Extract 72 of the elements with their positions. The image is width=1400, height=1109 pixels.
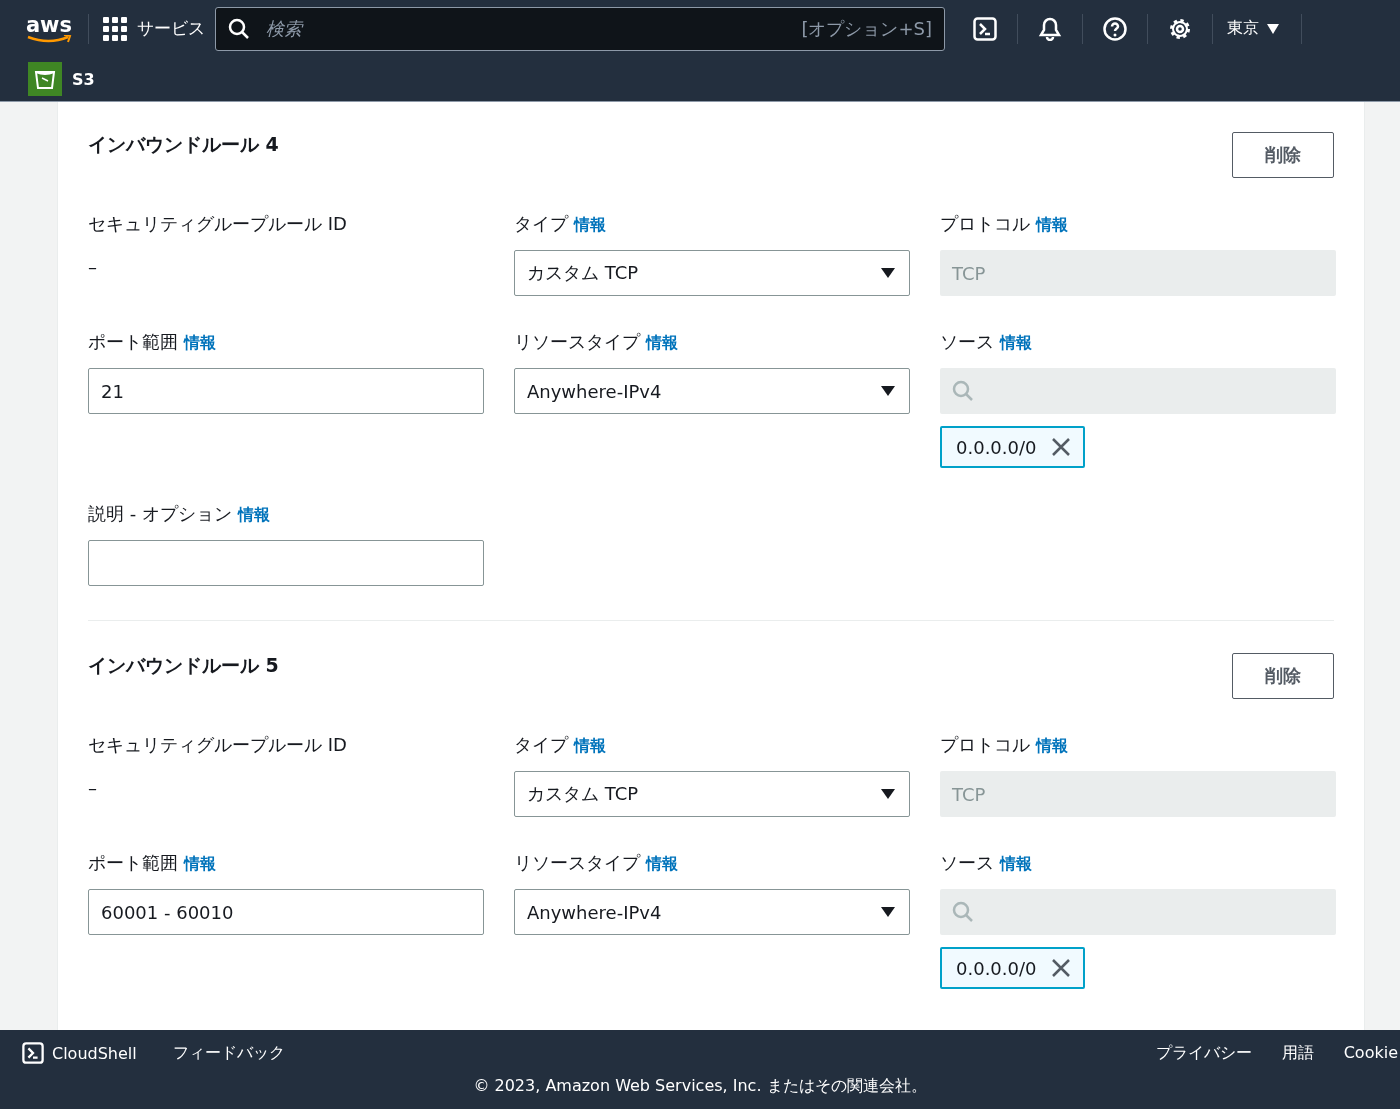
type-select[interactable]: カスタム TCP bbox=[514, 771, 910, 817]
caret-icon bbox=[1267, 23, 1279, 34]
footer-link[interactable]: Cookie bbox=[1343, 1042, 1398, 1064]
field-label: ポート範囲 bbox=[88, 851, 178, 875]
field-label: ポート範囲 bbox=[88, 330, 178, 354]
info-link[interactable]: 情報 bbox=[1000, 333, 1032, 354]
feedback-link[interactable]: フィードバック bbox=[172, 1042, 285, 1064]
search-input[interactable]: 検索 bbox=[264, 17, 788, 40]
info-link[interactable]: 情報 bbox=[1000, 854, 1032, 875]
port-range-input[interactable]: 21 bbox=[88, 368, 484, 414]
rule-title: インバウンドルール 5 bbox=[88, 653, 279, 678]
close-icon[interactable] bbox=[1050, 958, 1071, 978]
source-token: 0.0.0.0/0 bbox=[940, 947, 1085, 989]
port-range-input[interactable]: 60001 - 60010 bbox=[88, 889, 484, 935]
field-label: セキュリティグループルール ID bbox=[88, 733, 347, 757]
search-field[interactable]: 検索 [オプション+S] bbox=[215, 6, 945, 51]
field-label: リソースタイプ bbox=[514, 851, 640, 875]
copyright-text: © 2023, Amazon Web Services, Inc. またはその関連会社。 bbox=[473, 1076, 927, 1095]
field-label: ソース bbox=[940, 851, 994, 875]
field-label: セキュリティグループルール ID bbox=[88, 212, 347, 236]
delete-button[interactable]: 削除 bbox=[1232, 653, 1334, 699]
field-label: ソース bbox=[940, 330, 994, 354]
field-label: プロトコル bbox=[940, 212, 1030, 236]
protocol-field: TCP bbox=[940, 250, 1336, 296]
info-link[interactable]: 情報 bbox=[184, 333, 216, 354]
delete-button[interactable]: 削除 bbox=[1232, 132, 1334, 178]
resource-type-select[interactable]: Anywhere-IPv4 bbox=[514, 368, 910, 414]
info-link[interactable]: 情報 bbox=[1036, 736, 1068, 757]
field-label: リソースタイプ bbox=[514, 330, 640, 354]
info-link[interactable]: 情報 bbox=[646, 333, 678, 354]
field-label: タイプ bbox=[514, 733, 568, 757]
rule-title: インバウンドルール 4 bbox=[88, 132, 279, 157]
grid-icon bbox=[103, 16, 127, 41]
help-icon[interactable] bbox=[1103, 16, 1127, 41]
info-link[interactable]: 情報 bbox=[184, 854, 216, 875]
terminal-icon bbox=[22, 1042, 44, 1064]
field-label: タイプ bbox=[514, 212, 568, 236]
source-search-field[interactable] bbox=[940, 889, 1336, 935]
source-token: 0.0.0.0/0 bbox=[940, 426, 1085, 468]
type-select[interactable]: カスタム TCP bbox=[514, 250, 910, 296]
service-name[interactable]: S3 bbox=[72, 69, 95, 89]
info-link[interactable]: 情報 bbox=[237, 505, 270, 526]
info-link[interactable]: 情報 bbox=[646, 854, 678, 875]
search-icon bbox=[952, 380, 974, 402]
caret-icon bbox=[881, 386, 895, 396]
footer-link[interactable]: 用語 bbox=[1281, 1042, 1314, 1064]
terminal-icon[interactable] bbox=[973, 16, 997, 41]
info-link[interactable]: 情報 bbox=[1036, 215, 1068, 236]
services-menu[interactable]: サービス bbox=[103, 16, 205, 41]
search-icon bbox=[952, 901, 974, 923]
caret-icon bbox=[881, 268, 895, 278]
caret-icon bbox=[881, 789, 895, 799]
field-label: プロトコル bbox=[940, 733, 1030, 757]
aws-logo[interactable]: aws bbox=[24, 14, 74, 43]
resource-type-select[interactable]: Anywhere-IPv4 bbox=[514, 889, 910, 935]
cloudshell-link[interactable]: CloudShell bbox=[22, 1042, 137, 1064]
protocol-field: TCP bbox=[940, 771, 1336, 817]
close-icon[interactable] bbox=[1050, 437, 1071, 457]
bucket-icon[interactable] bbox=[28, 62, 62, 96]
info-link[interactable]: 情報 bbox=[574, 736, 606, 757]
rule-id-value: – bbox=[88, 776, 98, 800]
source-search-field[interactable] bbox=[940, 368, 1336, 414]
field-label: 説明 - オプション bbox=[88, 502, 232, 526]
rule-id-value: – bbox=[88, 255, 98, 279]
description-input[interactable] bbox=[88, 540, 484, 586]
bell-icon[interactable] bbox=[1038, 16, 1062, 41]
region-menu[interactable]: 東京 bbox=[1227, 18, 1279, 39]
search-icon bbox=[228, 17, 250, 40]
footer-link[interactable]: プライバシー bbox=[1155, 1042, 1252, 1064]
settings-icon[interactable] bbox=[1168, 16, 1192, 41]
info-link[interactable]: 情報 bbox=[574, 215, 606, 236]
caret-icon bbox=[881, 907, 895, 917]
